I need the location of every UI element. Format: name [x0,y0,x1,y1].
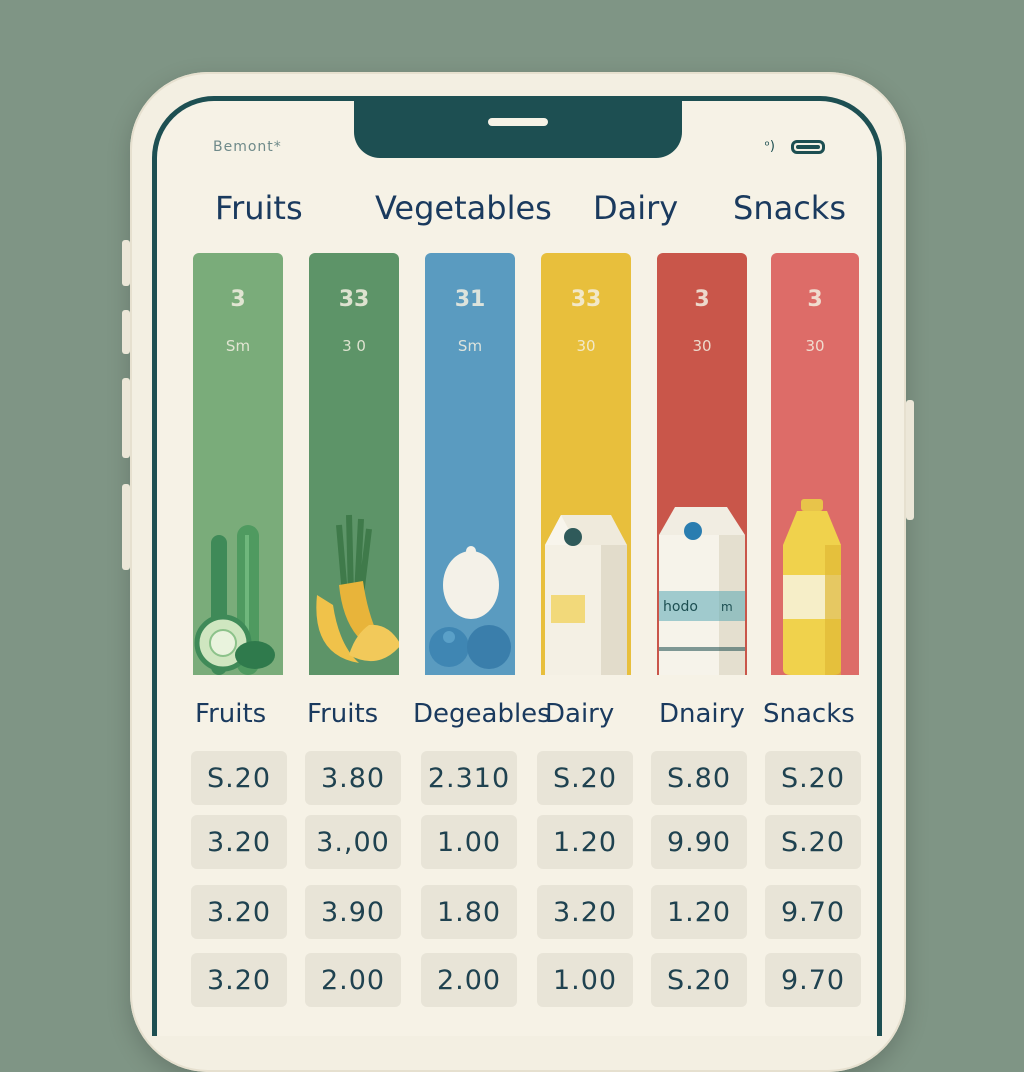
phone-screen: Bemont* ᵒ) Fruits Vegetables Dairy Snack… [152,96,882,1036]
price-cell[interactable]: 1.00 [537,953,633,1007]
bar-dairy-2[interactable]: 3 30 hodo m [657,253,747,675]
price-cell[interactable]: S.20 [537,751,633,805]
bar-subvalue: 3 0 [342,337,366,355]
price-cell[interactable]: S.80 [651,751,747,805]
bar-subvalue: Sm [457,337,483,355]
price-cell[interactable]: 3.20 [191,815,287,869]
carton-icon: hodo m [659,507,745,675]
cucumber-icon [194,525,275,675]
price-cell[interactable]: 3.80 [305,751,401,805]
column-dairy: Dairy [545,699,615,729]
carton-label: hodo [663,599,698,615]
bar-dairy[interactable]: 33 30 [541,253,631,675]
column-dairy-2: Dnairy [659,699,745,729]
bar-subvalue: 30 [692,337,712,355]
price-cell[interactable]: 3.90 [305,885,401,939]
price-cell[interactable]: 1.00 [421,815,517,869]
bar-subvalue: 30 [576,337,596,355]
bar-value: 3 [807,287,823,312]
price-cell[interactable]: S.20 [765,815,861,869]
side-button-power[interactable] [906,400,914,520]
vegetable-icon [429,546,511,669]
bar-value: 31 [454,287,486,312]
price-cell[interactable]: 3.,00 [305,815,401,869]
price-cell[interactable]: 9.70 [765,953,861,1007]
side-button-volume-down[interactable] [122,378,130,458]
bar-value: 3 [230,287,246,312]
juice-bottle-icon [783,499,841,675]
side-button-extra[interactable] [122,484,130,570]
column-fruits: Fruits [195,699,267,729]
bar-value: 3 [694,287,710,312]
bar-fruits[interactable]: 3 Sm [193,253,283,675]
price-cell[interactable]: 3.20 [191,953,287,1007]
price-cell[interactable]: 1.20 [537,815,633,869]
milk-carton-icon [545,515,627,675]
bar-fruits-2[interactable]: 33 3 0 [309,253,399,675]
price-cell[interactable]: 9.70 [765,885,861,939]
price-cell[interactable]: 1.20 [651,885,747,939]
side-button-volume-up[interactable] [122,310,130,354]
bar-value: 33 [570,287,602,312]
column-vegetables: Degeables [413,699,551,729]
price-cell[interactable]: 2.310 [421,751,517,805]
price-cell[interactable]: 3.20 [537,885,633,939]
bar-vegetables[interactable]: 31 Sm [425,253,515,675]
price-cell[interactable]: 3.20 [191,885,287,939]
price-cell[interactable]: S.20 [765,751,861,805]
column-fruits-2: Fruits [307,699,379,729]
carton-label-2: m [721,600,733,614]
price-cell[interactable]: S.20 [651,953,747,1007]
bar-snacks[interactable]: 3 30 [771,253,859,675]
price-cell[interactable]: S.20 [191,751,287,805]
price-cell[interactable]: 1.80 [421,885,517,939]
bar-subvalue: 30 [805,337,825,355]
banana-icon [316,514,399,663]
side-button-mute[interactable] [122,240,130,286]
price-cell[interactable]: 2.00 [305,953,401,1007]
bar-subvalue: Sm [225,337,251,355]
column-snacks: Snacks [763,699,855,729]
price-cell[interactable]: 2.00 [421,953,517,1007]
price-cell[interactable]: 9.90 [651,815,747,869]
bar-value: 33 [338,287,370,312]
